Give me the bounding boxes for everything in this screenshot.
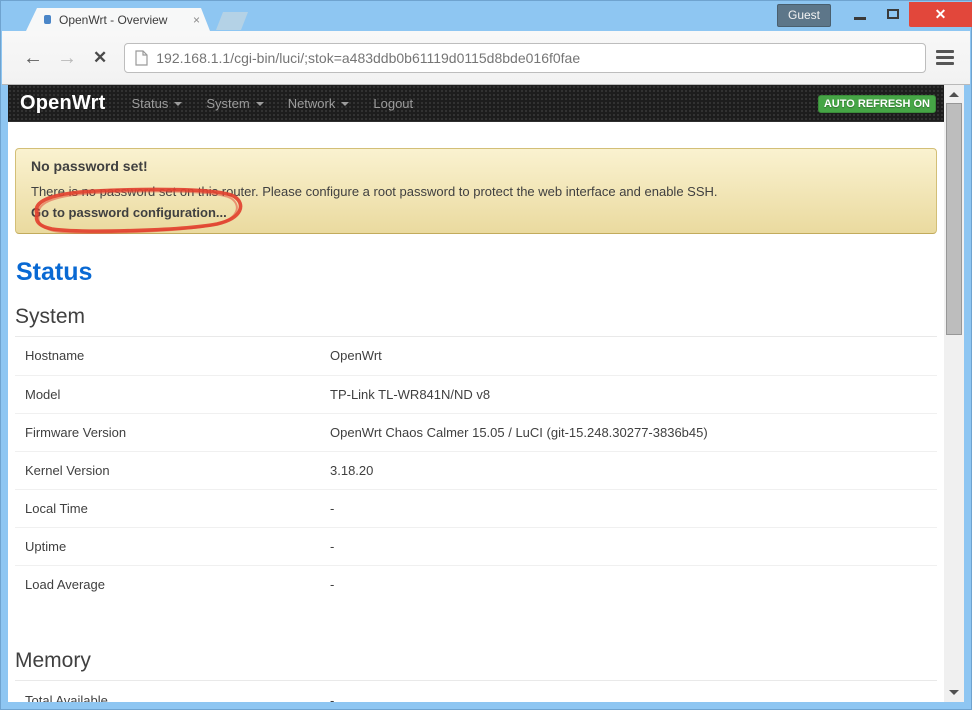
row-label: Local Time [15, 489, 320, 527]
nav-item-logout[interactable]: Logout [361, 96, 425, 111]
tab-close-icon[interactable]: × [193, 14, 200, 26]
auto-refresh-badge[interactable]: AUTO REFRESH ON [818, 95, 936, 113]
nav-item-system[interactable]: System [194, 96, 275, 111]
url-text[interactable]: 192.168.1.1/cgi-bin/luci/;stok=a483ddb0b… [156, 50, 580, 66]
row-value: OpenWrt [320, 337, 937, 375]
browser-window: OpenWrt - Overview × Guest ✕ ← → ✕ 192.1… [0, 0, 972, 710]
row-value: - [320, 527, 937, 565]
minimize-icon [854, 17, 866, 20]
browser-toolbar: ← → ✕ 192.168.1.1/cgi-bin/luci/;stok=a48… [2, 31, 970, 85]
row-value: 3.18.20 [320, 451, 937, 489]
forward-button[interactable]: → [50, 48, 84, 68]
maximize-icon [887, 9, 899, 19]
nav-item-network[interactable]: Network [276, 96, 362, 111]
page-document-icon [135, 50, 148, 66]
page-title: Status [16, 258, 937, 287]
row-label: Firmware Version [15, 413, 320, 451]
table-row: Local Time - [15, 489, 937, 527]
table-row: Kernel Version 3.18.20 [15, 451, 937, 489]
alert-message: There is no password set on this router.… [31, 183, 921, 200]
guest-profile-button[interactable]: Guest [777, 4, 831, 27]
no-password-alert: No password set! There is no password se… [15, 148, 937, 234]
row-value: OpenWrt Chaos Calmer 15.05 / LuCI (git-1… [320, 413, 937, 451]
back-button[interactable]: ← [16, 48, 50, 68]
maximize-button[interactable] [876, 0, 909, 27]
browser-menu-button[interactable] [936, 50, 958, 65]
section-heading-memory: Memory [15, 649, 937, 681]
section-heading-system: System [15, 305, 937, 337]
row-label: Load Average [15, 565, 320, 603]
openwrt-brand[interactable]: OpenWrt [8, 92, 119, 115]
table-row: Model TP-Link TL-WR841N/ND v8 [15, 375, 937, 413]
close-button[interactable]: ✕ [909, 2, 972, 27]
row-label: Uptime [15, 527, 320, 565]
row-value: TP-Link TL-WR841N/ND v8 [320, 375, 937, 413]
table-row: Hostname OpenWrt [15, 337, 937, 375]
row-value: - [320, 489, 937, 527]
browser-tab[interactable]: OpenWrt - Overview × [26, 8, 210, 31]
scroll-up-icon[interactable] [949, 92, 959, 97]
minimize-button[interactable] [843, 0, 876, 27]
window-controls: ✕ [843, 0, 972, 27]
row-value: - [320, 681, 937, 702]
chevron-down-icon [341, 102, 349, 106]
row-label: Hostname [15, 337, 320, 375]
address-bar[interactable]: 192.168.1.1/cgi-bin/luci/;stok=a483ddb0b… [124, 43, 926, 73]
memory-table: Total Available - [15, 681, 937, 702]
chevron-down-icon [256, 102, 264, 106]
tab-title: OpenWrt - Overview [59, 13, 187, 27]
row-value: - [320, 565, 937, 603]
scrollbar-thumb[interactable] [946, 103, 962, 335]
openwrt-favicon-icon [44, 15, 51, 24]
table-row: Uptime - [15, 527, 937, 565]
new-tab-button[interactable] [216, 12, 248, 30]
system-table: Hostname OpenWrt Model TP-Link TL-WR841N… [15, 337, 937, 603]
scroll-down-icon[interactable] [949, 690, 959, 695]
page-viewport: OpenWrt Status System Network Logout AUT… [8, 85, 964, 702]
titlebar: OpenWrt - Overview × Guest ✕ [0, 0, 972, 31]
chevron-down-icon [174, 102, 182, 106]
table-row: Total Available - [15, 681, 937, 702]
alert-title: No password set! [31, 158, 921, 174]
openwrt-navbar: OpenWrt Status System Network Logout AUT… [8, 85, 944, 122]
table-row: Firmware Version OpenWrt Chaos Calmer 15… [15, 413, 937, 451]
table-row: Load Average - [15, 565, 937, 603]
hamburger-icon [936, 50, 954, 53]
row-label: Kernel Version [15, 451, 320, 489]
vertical-scrollbar[interactable] [944, 85, 964, 702]
row-label: Model [15, 375, 320, 413]
row-label: Total Available [15, 681, 320, 702]
password-configuration-link[interactable]: Go to password configuration... [31, 205, 227, 220]
nav-item-status[interactable]: Status [119, 96, 194, 111]
stop-button[interactable]: ✕ [84, 49, 116, 66]
